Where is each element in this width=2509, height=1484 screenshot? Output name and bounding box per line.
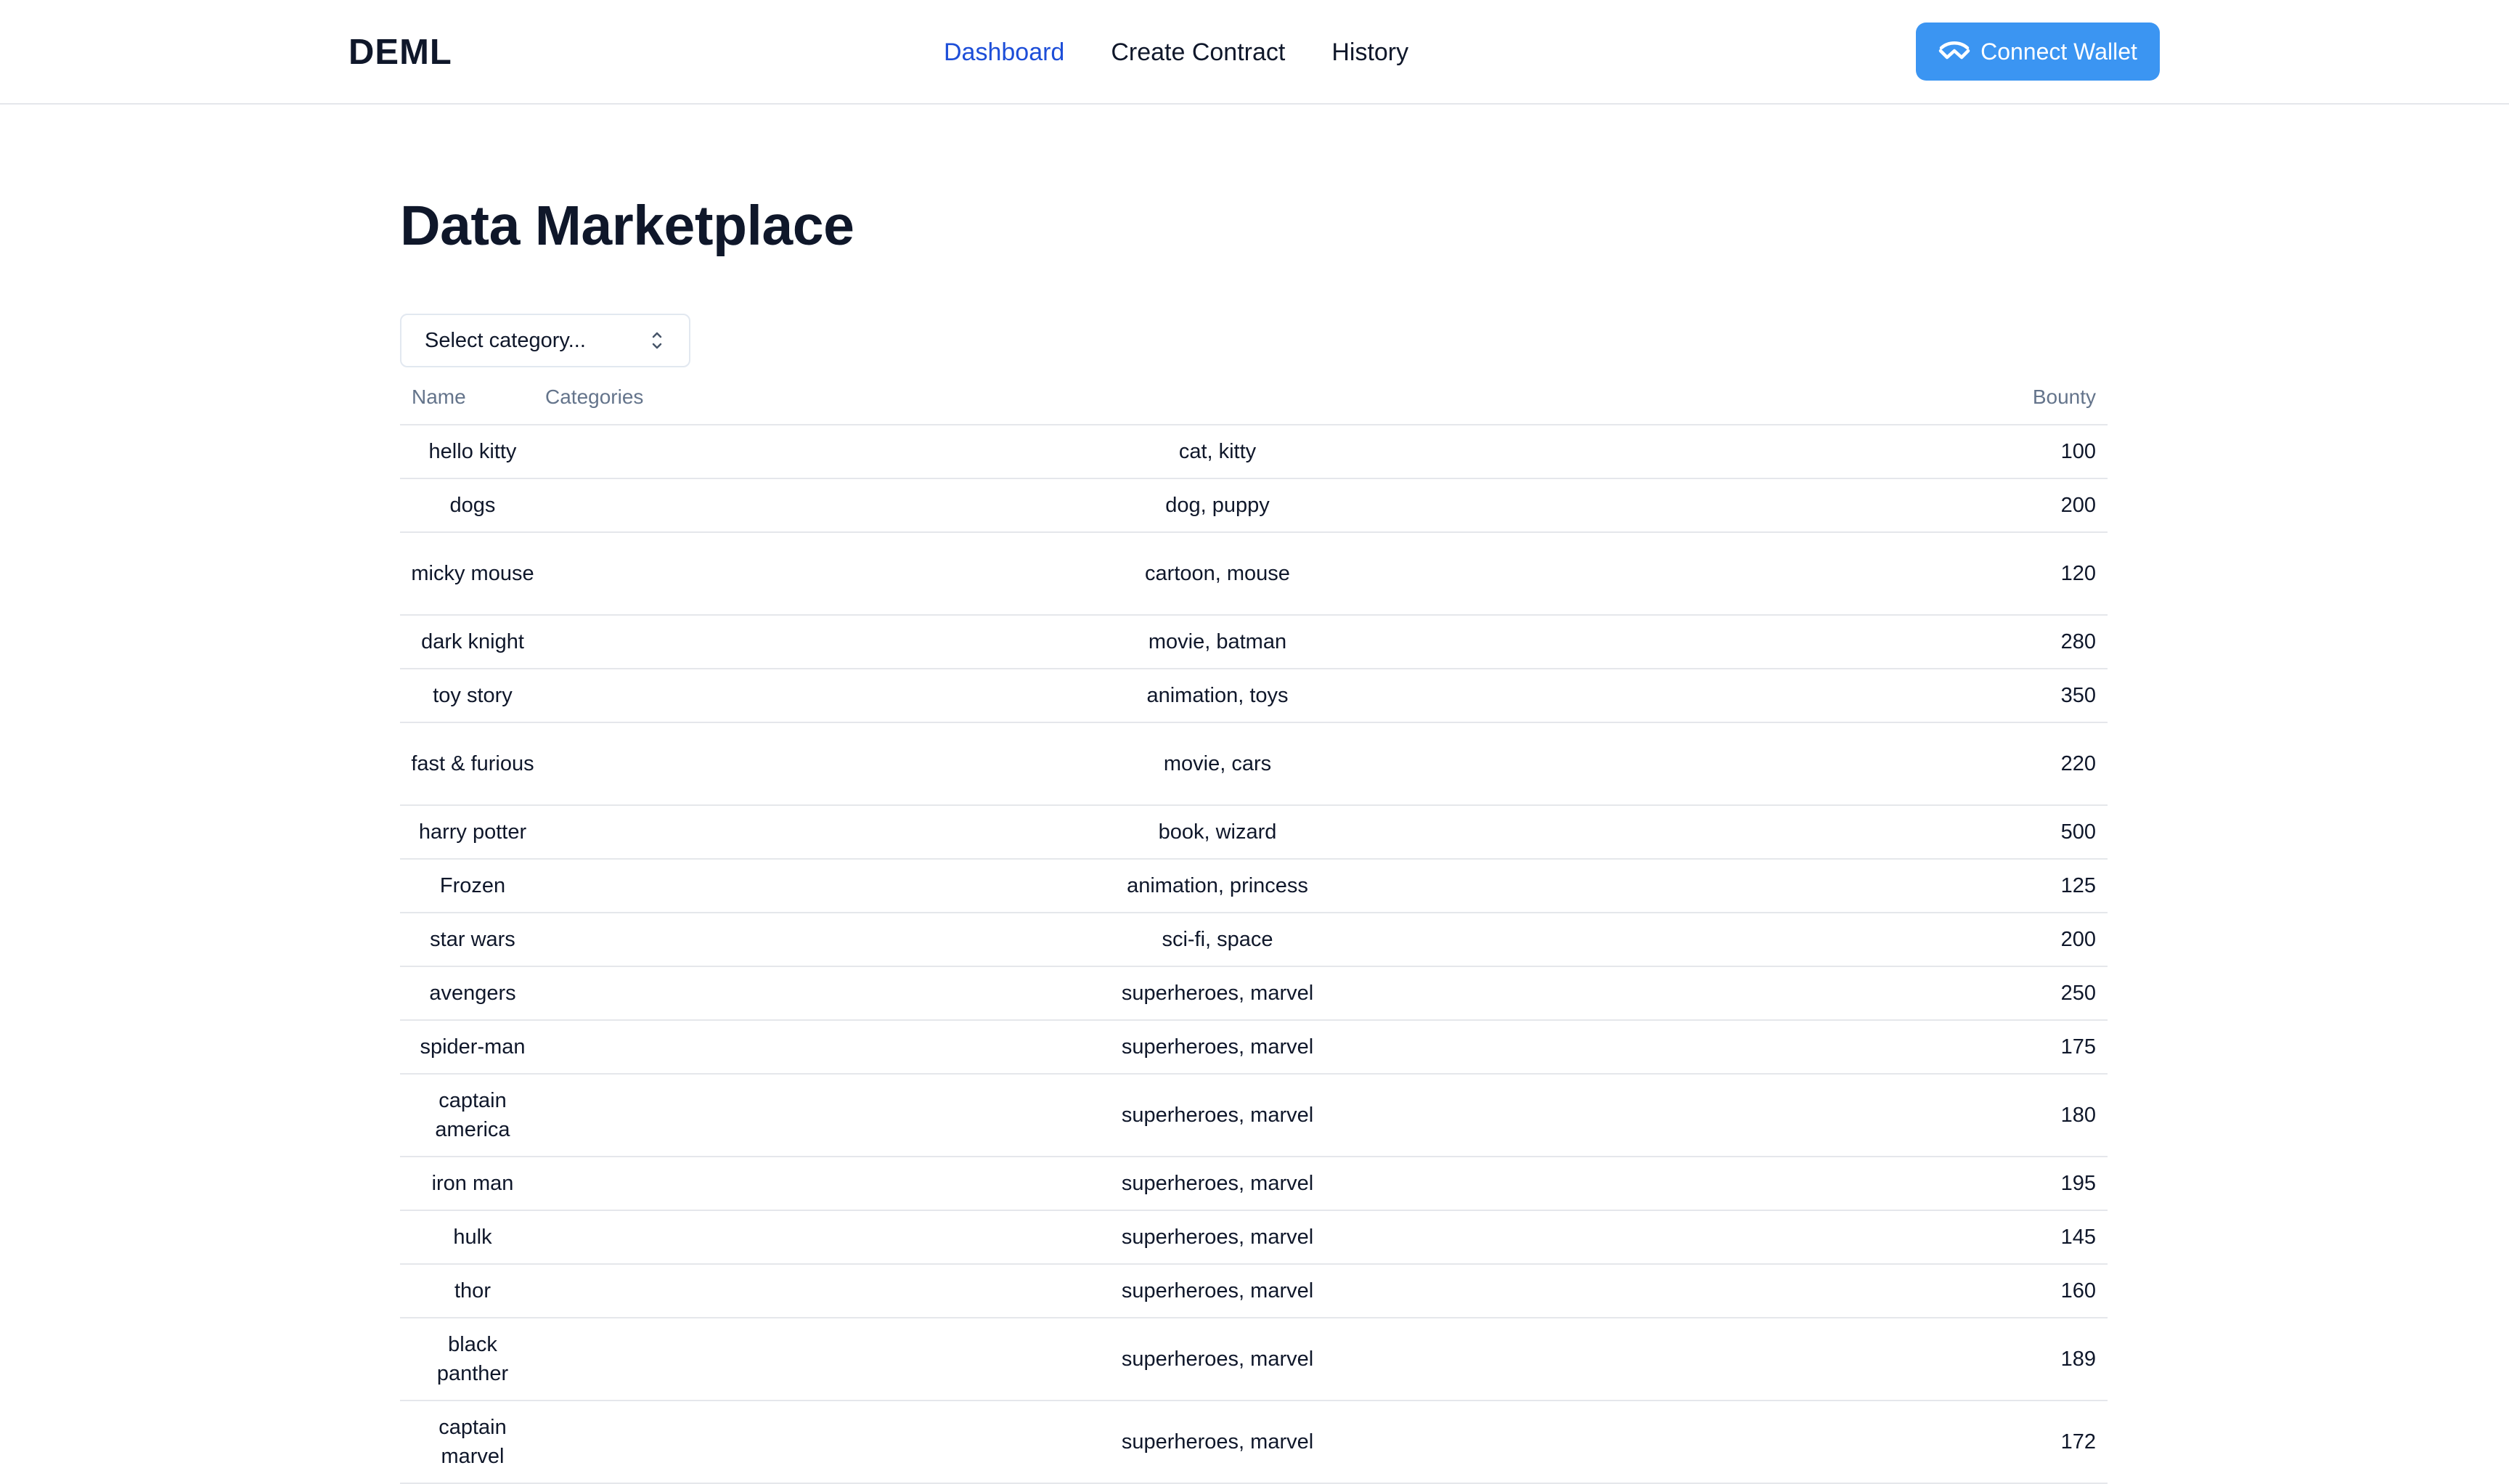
cell-bounty: 195: [1890, 1157, 2108, 1211]
app-logo[interactable]: DEML: [348, 30, 452, 74]
cell-categories: dog, puppy: [545, 478, 1890, 533]
table-row[interactable]: captain marvel superheroes, marvel 172: [400, 1401, 2108, 1484]
table-row[interactable]: iron man superheroes, marvel 195: [400, 1157, 2108, 1211]
table-body: hello kitty cat, kitty 100 dogs dog, pup…: [400, 425, 2108, 1484]
cell-name: toy story: [400, 669, 545, 723]
cell-bounty: 100: [1890, 425, 2108, 479]
category-select[interactable]: Select category...: [400, 314, 690, 367]
cell-categories: movie, cars: [545, 722, 1890, 806]
connect-wallet-button[interactable]: Connect Wallet: [1916, 23, 2160, 81]
table-row[interactable]: harry potter book, wizard 500: [400, 805, 2108, 860]
cell-bounty: 500: [1890, 805, 2108, 860]
top-navbar: DEML Dashboard Create Contract History C…: [0, 0, 2509, 105]
cell-name: captain america: [400, 1074, 545, 1157]
cell-bounty: 125: [1890, 859, 2108, 913]
cell-categories: superheroes, marvel: [545, 1020, 1890, 1075]
table-row[interactable]: hulk superheroes, marvel 145: [400, 1210, 2108, 1265]
table-row[interactable]: toy story animation, toys 350: [400, 669, 2108, 723]
cell-categories: cartoon, mouse: [545, 532, 1890, 616]
cell-name: micky mouse: [400, 532, 545, 616]
cell-name: fast & furious: [400, 722, 545, 806]
cell-bounty: 120: [1890, 532, 2108, 616]
nav-history[interactable]: History: [1331, 35, 1408, 70]
connect-wallet-label: Connect Wallet: [1980, 38, 2137, 65]
table-row[interactable]: dogs dog, puppy 200: [400, 478, 2108, 533]
nav-dashboard[interactable]: Dashboard: [944, 35, 1064, 70]
table-row[interactable]: star wars sci-fi, space 200: [400, 913, 2108, 967]
cell-name: harry potter: [400, 805, 545, 860]
cell-name: black panther: [400, 1318, 545, 1401]
cell-bounty: 175: [1890, 1020, 2108, 1075]
cell-categories: superheroes, marvel: [545, 1264, 1890, 1318]
cell-name: avengers: [400, 966, 545, 1021]
table-row[interactable]: captain america superheroes, marvel 180: [400, 1074, 2108, 1157]
cell-bounty: 200: [1890, 478, 2108, 533]
cell-bounty: 200: [1890, 913, 2108, 967]
cell-categories: superheroes, marvel: [545, 1157, 1890, 1211]
cell-categories: superheroes, marvel: [545, 1074, 1890, 1157]
cell-bounty: 250: [1890, 966, 2108, 1021]
walletconnect-icon: [1938, 41, 1970, 62]
cell-name: thor: [400, 1264, 545, 1318]
category-select-value: Select category...: [425, 328, 586, 352]
cell-bounty: 160: [1890, 1264, 2108, 1318]
column-header-bounty[interactable]: Bounty: [1890, 370, 2108, 425]
cell-name: iron man: [400, 1157, 545, 1211]
table-row[interactable]: black panther superheroes, marvel 189: [400, 1318, 2108, 1401]
main-nav: Dashboard Create Contract History: [944, 35, 1408, 70]
column-header-name[interactable]: Name: [400, 370, 545, 425]
cell-categories: superheroes, marvel: [545, 1318, 1890, 1401]
cell-name: star wars: [400, 913, 545, 967]
window-corner-left: [0, 1430, 13, 1443]
marketplace-table: Name Categories Bounty hello kitty cat, …: [400, 370, 2108, 1484]
table-row[interactable]: Frozen animation, princess 125: [400, 859, 2108, 913]
chevron-up-down-icon: [648, 328, 666, 353]
cell-name: captain marvel: [400, 1401, 545, 1484]
cell-bounty: 172: [1890, 1401, 2108, 1484]
cell-name: hulk: [400, 1210, 545, 1265]
cell-name: hello kitty: [400, 425, 545, 479]
table-row[interactable]: fast & furious movie, cars 220: [400, 722, 2108, 806]
cell-name: spider-man: [400, 1020, 545, 1075]
table-row[interactable]: hello kitty cat, kitty 100: [400, 425, 2108, 479]
cell-categories: sci-fi, space: [545, 913, 1890, 967]
cell-bounty: 145: [1890, 1210, 2108, 1265]
cell-categories: superheroes, marvel: [545, 1210, 1890, 1265]
cell-categories: superheroes, marvel: [545, 1401, 1890, 1484]
cell-name: Frozen: [400, 859, 545, 913]
cell-bounty: 189: [1890, 1318, 2108, 1401]
page-title: Data Marketplace: [400, 195, 854, 257]
cell-bounty: 280: [1890, 615, 2108, 669]
table-header: Name Categories Bounty: [400, 370, 2108, 425]
nav-create-contract[interactable]: Create Contract: [1111, 35, 1285, 70]
cell-name: dogs: [400, 478, 545, 533]
cell-categories: movie, batman: [545, 615, 1890, 669]
table-row[interactable]: thor superheroes, marvel 160: [400, 1264, 2108, 1318]
cell-name: dark knight: [400, 615, 545, 669]
cell-bounty: 180: [1890, 1074, 2108, 1157]
column-header-categories[interactable]: Categories: [545, 370, 1890, 425]
table-row[interactable]: dark knight movie, batman 280: [400, 615, 2108, 669]
cell-bounty: 350: [1890, 669, 2108, 723]
cell-categories: superheroes, marvel: [545, 966, 1890, 1021]
table-row[interactable]: avengers superheroes, marvel 250: [400, 966, 2108, 1021]
cell-categories: animation, toys: [545, 669, 1890, 723]
table-row[interactable]: micky mouse cartoon, mouse 120: [400, 532, 2108, 616]
table-header-row: Name Categories Bounty: [400, 370, 2108, 425]
cell-categories: book, wizard: [545, 805, 1890, 860]
cell-bounty: 220: [1890, 722, 2108, 806]
table-row[interactable]: spider-man superheroes, marvel 175: [400, 1020, 2108, 1075]
cell-categories: cat, kitty: [545, 425, 1890, 479]
window-corner-right: [2496, 1430, 2509, 1443]
cell-categories: animation, princess: [545, 859, 1890, 913]
